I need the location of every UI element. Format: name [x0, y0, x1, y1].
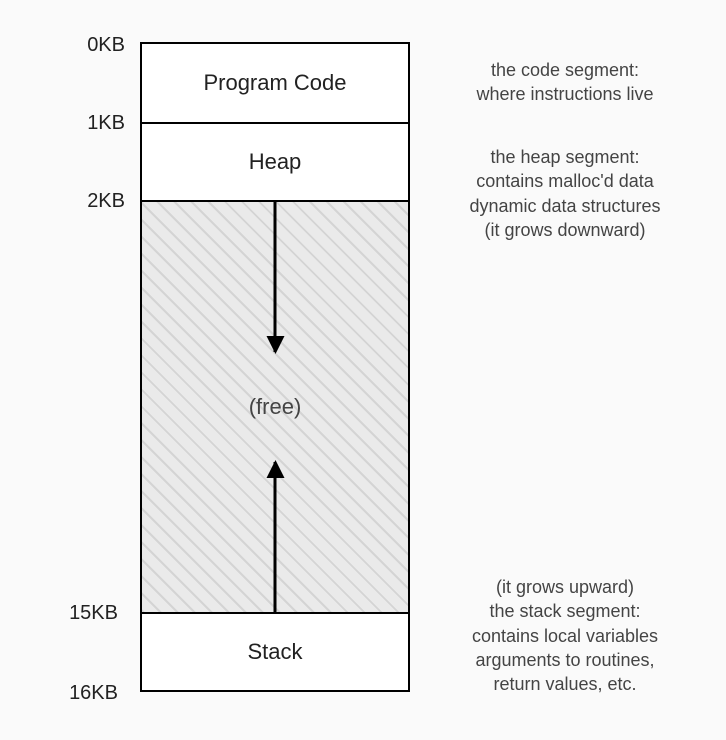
desc-stack: (it grows upward) the stack segment: con…: [430, 575, 700, 696]
desc-stack-line4: arguments to routines,: [430, 648, 700, 672]
desc-code: the code segment: where instructions liv…: [430, 58, 700, 107]
addr-0kb: 0KB: [45, 34, 125, 57]
desc-heap: the heap segment: contains malloc'd data…: [430, 145, 700, 242]
desc-stack-line2: the stack segment:: [430, 599, 700, 623]
addr-2kb: 2KB: [45, 190, 125, 213]
free-label: (free): [249, 394, 302, 420]
heap-grows-down-arrow: [274, 202, 277, 352]
stack-grows-up-arrow: [274, 462, 277, 612]
segment-code: Program Code: [142, 44, 408, 122]
segment-heap: Heap: [142, 122, 408, 200]
desc-stack-line5: return values, etc.: [430, 672, 700, 696]
desc-code-line2: where instructions live: [430, 82, 700, 106]
desc-heap-line2: contains malloc'd data: [430, 169, 700, 193]
desc-stack-line3: contains local variables: [430, 624, 700, 648]
desc-stack-line1: (it grows upward): [430, 575, 700, 599]
desc-heap-line1: the heap segment:: [430, 145, 700, 169]
addr-16kb: 16KB: [38, 682, 118, 705]
segment-stack: Stack: [142, 612, 408, 690]
segment-free: (free): [142, 200, 408, 612]
desc-code-line1: the code segment:: [430, 58, 700, 82]
addr-1kb: 1KB: [45, 112, 125, 135]
address-space-box: Program Code Heap (free) Stack: [140, 42, 410, 692]
addr-15kb: 15KB: [38, 602, 118, 625]
memory-layout-diagram: 0KB 1KB 2KB 15KB 16KB Program Code Heap …: [0, 0, 726, 740]
desc-heap-line3: dynamic data structures: [430, 194, 700, 218]
desc-heap-line4: (it grows downward): [430, 218, 700, 242]
